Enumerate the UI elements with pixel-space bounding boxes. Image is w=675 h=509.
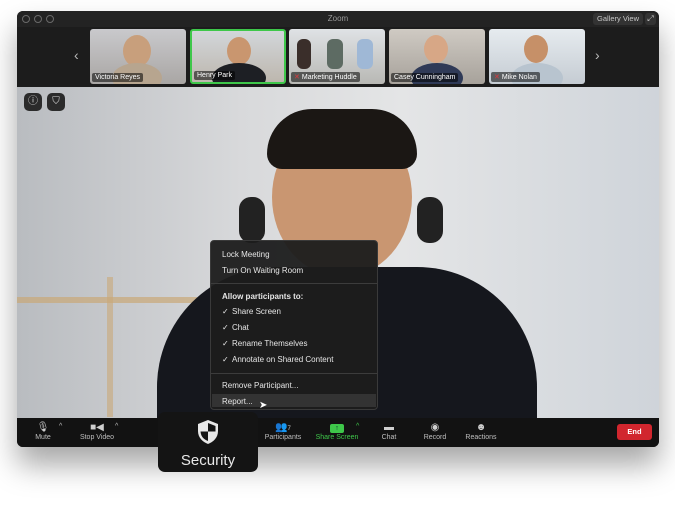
- checkmark-icon: ✓: [222, 339, 229, 348]
- menu-divider: [211, 373, 377, 374]
- checkmark-icon: ✓: [222, 355, 229, 364]
- participants-icon: 👥7: [275, 422, 291, 433]
- speaker-hair: [267, 109, 417, 169]
- chat-bubble-icon: ▬: [384, 422, 394, 433]
- participant-name: Casey Cunningham: [391, 73, 459, 82]
- allow-annotate-item[interactable]: ✓ Annotate on Shared Content: [222, 355, 333, 364]
- reactions-emoji-icon: ☻: [475, 422, 487, 433]
- participant-strip: ‹ Victoria Reyes Henry Park ✕ Marketing H…: [17, 27, 659, 87]
- encryption-shield-icon[interactable]: ⛉: [47, 93, 65, 111]
- gallery-view-button[interactable]: Gallery View: [593, 13, 643, 25]
- waiting-room-item[interactable]: Turn On Waiting Room: [222, 266, 303, 275]
- lock-meeting-item[interactable]: Lock Meeting: [222, 250, 270, 259]
- previous-page-icon[interactable]: ‹: [74, 47, 79, 63]
- meeting-info-icon[interactable]: ⓘ: [24, 93, 42, 111]
- fullscreen-icon[interactable]: ⤢: [645, 13, 656, 25]
- headphone-right: [417, 197, 443, 243]
- participant-tile[interactable]: Casey Cunningham: [389, 29, 485, 84]
- participant-name: Henry Park: [194, 71, 236, 80]
- remove-participant-item[interactable]: Remove Participant...: [222, 381, 298, 390]
- menu-divider: [211, 283, 377, 284]
- checkmark-icon: ✓: [222, 323, 229, 332]
- reactions-button[interactable]: ☻ Reactions: [463, 421, 499, 441]
- security-menu: Lock Meeting Turn On Waiting Room Allow …: [210, 240, 378, 410]
- audio-options-caret-icon[interactable]: ^: [59, 423, 62, 430]
- allow-participants-header: Allow participants to:: [222, 292, 304, 301]
- window-title: Zoom: [327, 14, 349, 23]
- end-meeting-button[interactable]: End: [617, 424, 652, 440]
- stop-video-button[interactable]: ■◀ Stop Video: [75, 421, 119, 441]
- participant-tile[interactable]: ✕ Marketing Huddle: [289, 29, 385, 84]
- mute-button[interactable]: 🎙 Mute: [31, 421, 55, 441]
- allow-chat-item[interactable]: ✓ Chat: [222, 323, 249, 332]
- participant-name: Victoria Reyes: [92, 73, 144, 82]
- security-shield-icon: [198, 420, 218, 444]
- checkmark-icon: ✓: [222, 307, 229, 316]
- record-button[interactable]: ◉ Record: [420, 421, 450, 441]
- allow-rename-item[interactable]: ✓ Rename Themselves: [222, 339, 307, 348]
- participants-button[interactable]: 👥7 Participants: [261, 421, 305, 441]
- next-page-icon[interactable]: ›: [595, 47, 600, 63]
- security-label: Security: [180, 452, 236, 469]
- chat-button[interactable]: ▬ Chat: [377, 421, 401, 441]
- participant-tile-active[interactable]: Henry Park: [190, 29, 286, 84]
- share-screen-icon: ↑: [314, 421, 360, 434]
- title-bar: Zoom Gallery View ⤢: [17, 11, 659, 27]
- record-icon: ◉: [430, 422, 440, 433]
- participant-name: ✕ Marketing Huddle: [291, 72, 360, 82]
- allow-share-screen-item[interactable]: ✓ Share Screen: [222, 307, 281, 316]
- participant-tile[interactable]: ✕ Mike Nolan: [489, 29, 585, 84]
- mouse-cursor-icon: ➤: [259, 400, 268, 411]
- microphone-icon: 🎙: [36, 422, 50, 433]
- muted-mic-icon: ✕: [294, 74, 300, 81]
- background-shelf-post: [107, 277, 113, 417]
- headphone-left: [239, 197, 265, 243]
- video-camera-icon: ■◀: [90, 422, 104, 433]
- meeting-toolbar: 🎙 Mute ^ ■◀ Stop Video ^ 👥7 Participants ↑ S…: [17, 418, 659, 447]
- zoom-window: Zoom Gallery View ⤢ ‹ Victoria Reyes Hen…: [17, 11, 659, 447]
- participant-name: ✕ Mike Nolan: [491, 72, 540, 82]
- participant-tile[interactable]: Victoria Reyes: [90, 29, 186, 84]
- security-button[interactable]: Security: [158, 412, 258, 472]
- report-item[interactable]: Report...: [222, 397, 253, 406]
- share-screen-button[interactable]: ↑ Share Screen: [314, 421, 360, 441]
- muted-mic-icon: ✕: [494, 74, 500, 81]
- share-options-caret-icon[interactable]: ^: [356, 423, 359, 430]
- video-options-caret-icon[interactable]: ^: [115, 423, 118, 430]
